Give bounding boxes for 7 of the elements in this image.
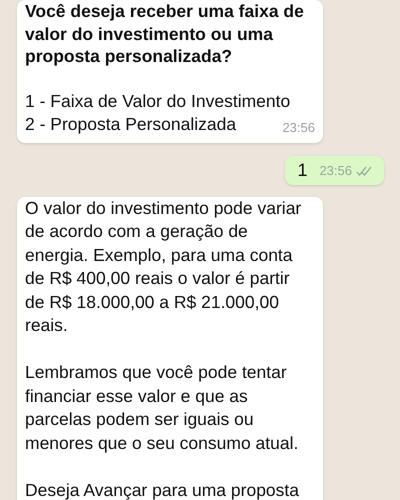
message-text: 1	[297, 158, 308, 182]
message-question: Você deseja receber uma faixa de valor do investimento ou uma proposta personalizada?	[25, 0, 305, 68]
message-text: O valor do investimento pode variar de acordo com a geração de energia. Exemplo, para uma conta de R$ 400,00 reais o valor é partir de R$ 18.000,00 a R$ 21.000,00 reais. Lembramos que você pode tentar financiar esse valor e que as parcelas podem ser iguais ou menores que o seu consumo atual. Deseja Avançar para uma proposta	[25, 196, 302, 500]
message-time: 23:56	[319, 162, 352, 180]
message-time: 23:56	[282, 119, 315, 137]
option-text: 2 - Proposta Personalizada	[25, 113, 236, 136]
option-text: 1 - Faixa de Valor do Investimento	[25, 90, 290, 112]
